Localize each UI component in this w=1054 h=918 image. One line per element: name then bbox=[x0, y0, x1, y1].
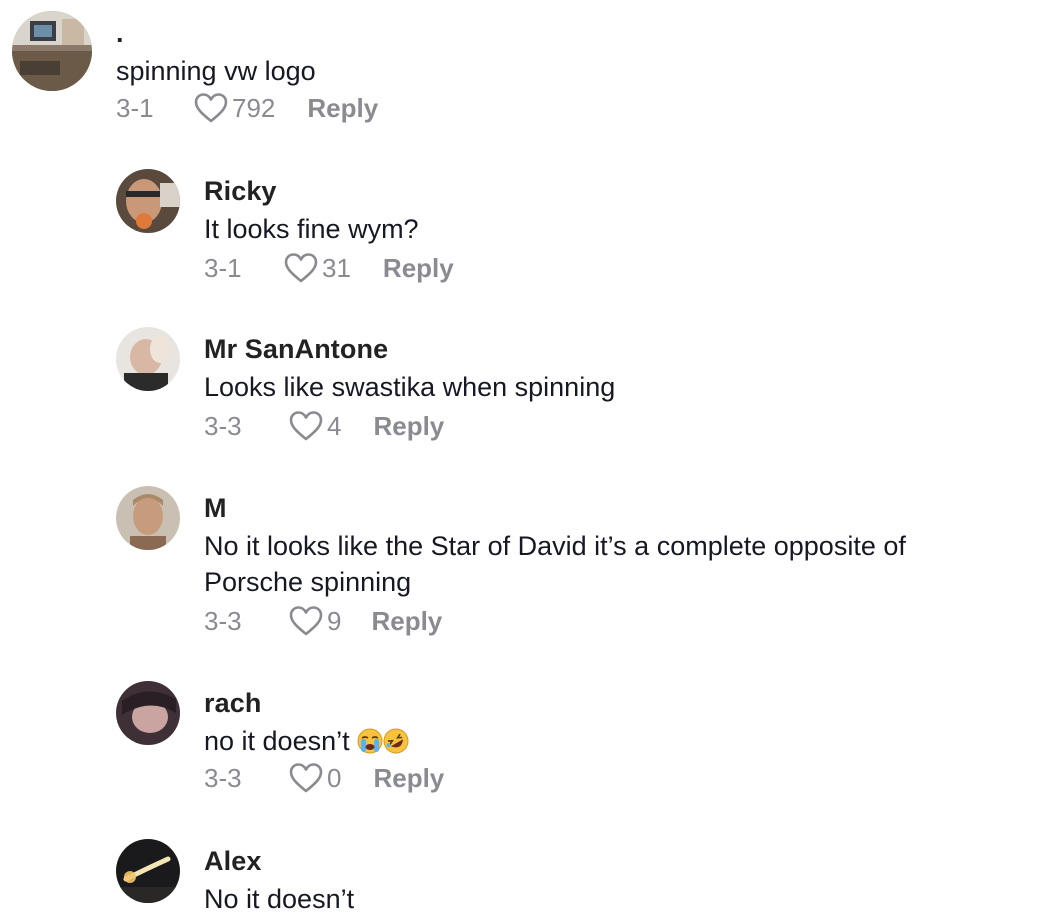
comment-meta: 3-3 9 Reply bbox=[204, 605, 442, 637]
avatar[interactable] bbox=[12, 11, 92, 91]
like-button[interactable]: 0 bbox=[288, 762, 341, 794]
comment-text-content: no it doesn’t bbox=[204, 726, 350, 756]
heart-outline-icon bbox=[194, 93, 228, 123]
comment-username[interactable]: rach bbox=[204, 688, 261, 719]
reply-button[interactable]: Reply bbox=[383, 253, 454, 284]
comment-text: spinning vw logo bbox=[116, 56, 316, 86]
comment-text: no it doesn’t bbox=[204, 723, 409, 759]
comment-text: It looks fine wym? bbox=[204, 214, 419, 244]
heart-outline-icon bbox=[289, 763, 323, 793]
comment-text: No it doesn’t bbox=[204, 884, 355, 914]
like-count: 792 bbox=[232, 92, 276, 123]
like-button[interactable]: 9 bbox=[288, 605, 341, 637]
rolling-on-floor-laughing-icon bbox=[383, 728, 409, 754]
comment-text: Porsche spinning bbox=[204, 567, 412, 597]
avatar[interactable] bbox=[116, 486, 180, 550]
like-count: 9 bbox=[327, 605, 342, 636]
like-count: 31 bbox=[322, 252, 351, 283]
avatar[interactable] bbox=[116, 169, 180, 233]
comment-date: 3-3 bbox=[204, 605, 242, 636]
comment-text: No it looks like the Star of David it’s … bbox=[204, 531, 906, 561]
reply-button[interactable]: Reply bbox=[373, 763, 444, 794]
comment-date: 3-1 bbox=[116, 92, 154, 123]
heart-outline-icon bbox=[289, 606, 323, 636]
avatar[interactable] bbox=[116, 839, 180, 903]
comment-meta: 3-3 4 Reply bbox=[204, 410, 444, 442]
comment-date: 3-3 bbox=[204, 762, 242, 793]
like-button[interactable]: 792 bbox=[193, 92, 275, 124]
like-button[interactable]: 31 bbox=[283, 252, 351, 284]
like-count: 4 bbox=[327, 410, 342, 441]
comment-username[interactable]: . bbox=[116, 18, 124, 49]
comment-username[interactable]: M bbox=[204, 493, 227, 524]
heart-outline-icon bbox=[289, 411, 323, 441]
comment-date: 3-1 bbox=[204, 252, 242, 283]
heart-outline-icon bbox=[284, 253, 318, 283]
comment-date: 3-3 bbox=[204, 410, 242, 441]
reply-button[interactable]: Reply bbox=[371, 606, 442, 637]
comment-meta: 3-1 792 Reply bbox=[116, 92, 378, 124]
like-count: 0 bbox=[327, 762, 342, 793]
like-button[interactable]: 4 bbox=[288, 410, 341, 442]
comment-username[interactable]: Mr SanAntone bbox=[204, 334, 388, 365]
avatar[interactable] bbox=[116, 681, 180, 745]
reply-button[interactable]: Reply bbox=[373, 411, 444, 442]
comment-meta: 3-1 31 Reply bbox=[204, 252, 454, 284]
comment-username[interactable]: Alex bbox=[204, 846, 261, 877]
comment-meta: 3-3 0 Reply bbox=[204, 762, 444, 794]
loudly-crying-face-icon bbox=[357, 728, 383, 754]
comment-username[interactable]: Ricky bbox=[204, 176, 277, 207]
comment-text: Looks like swastika when spinning bbox=[204, 372, 616, 402]
avatar[interactable] bbox=[116, 327, 180, 391]
reply-button[interactable]: Reply bbox=[307, 93, 378, 124]
